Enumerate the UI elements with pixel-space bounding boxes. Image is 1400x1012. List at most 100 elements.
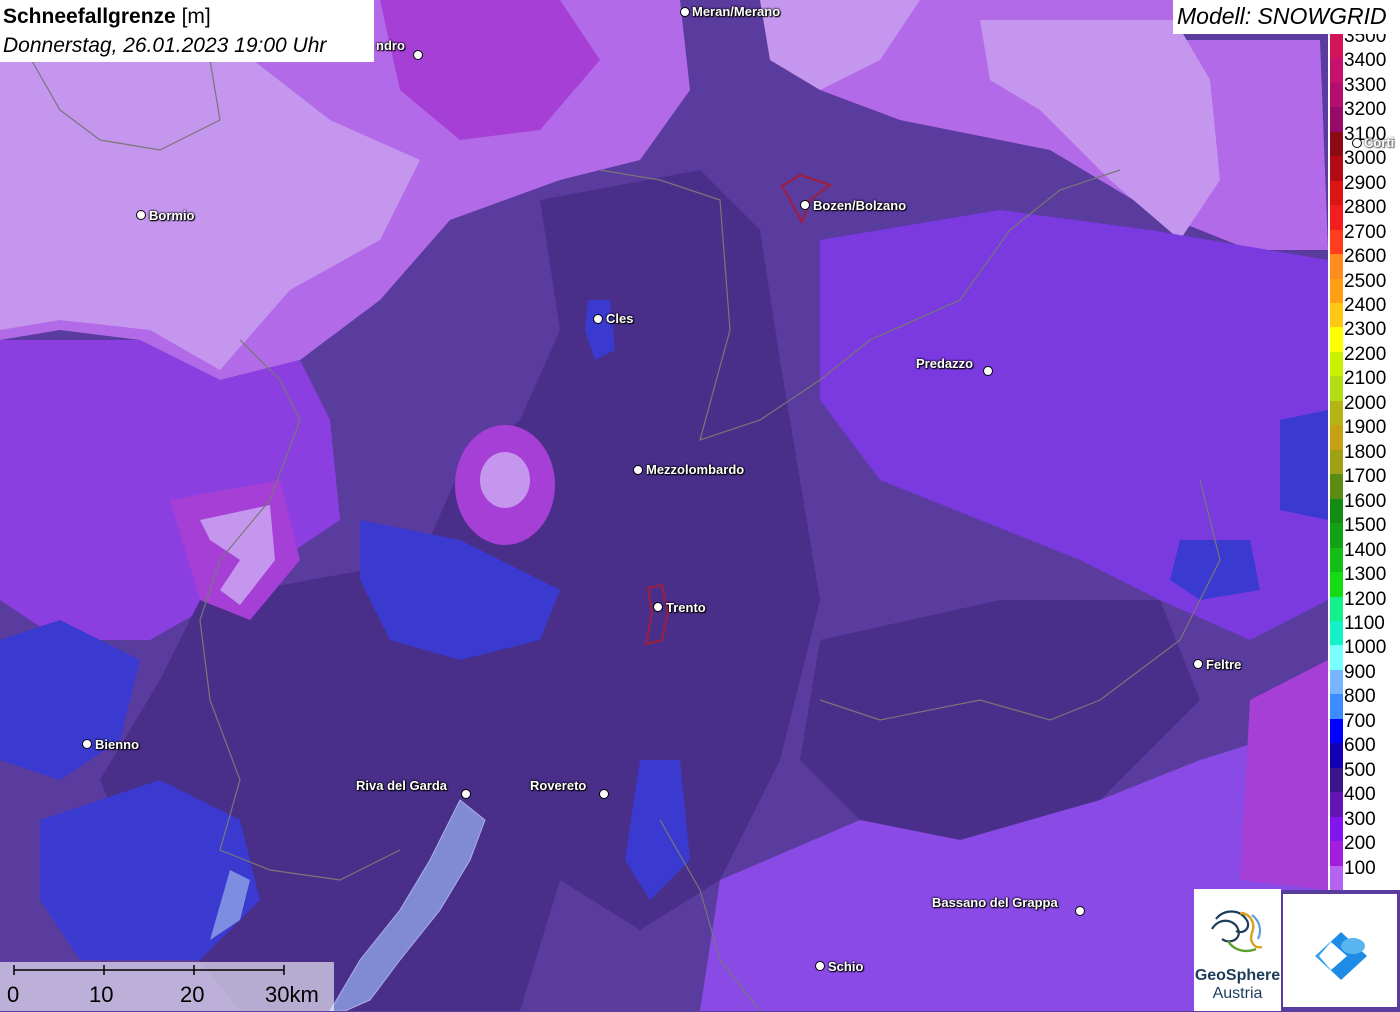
- scale-label-20: 20: [180, 982, 205, 1007]
- city-label-bassano[interactable]: Bassano del Grappa: [932, 895, 1058, 910]
- city-dot: [593, 314, 603, 324]
- map-region-pink-ring-center-inner: [480, 452, 530, 508]
- legend-row: 1500: [1328, 513, 1400, 548]
- legend-label: 2000: [1344, 392, 1387, 414]
- scale-bar: 0 10 20 30km: [0, 962, 334, 1011]
- legend-label: 2800: [1344, 197, 1387, 219]
- legend-label: 700: [1344, 710, 1376, 732]
- map-region-blue-ne-edge: [1280, 410, 1328, 520]
- legend-label: 100: [1344, 857, 1376, 879]
- legend-label: 1100: [1344, 612, 1385, 634]
- city-label-bozen[interactable]: Bozen/Bolzano: [813, 198, 906, 213]
- city-dot: [800, 200, 810, 210]
- city-dot: [815, 961, 825, 971]
- legend-label: 1300: [1344, 564, 1387, 586]
- legend-label: 800: [1344, 686, 1376, 708]
- city-label-rovereto[interactable]: Rovereto: [530, 778, 586, 793]
- legend-label: 3000: [1344, 148, 1387, 170]
- legend-row: 3400: [1328, 48, 1400, 83]
- legend-row: 2800: [1328, 195, 1400, 230]
- legend-row: 900: [1328, 660, 1400, 695]
- city-dot: [1352, 138, 1362, 148]
- title-unit: [m]: [181, 5, 211, 28]
- legend-row: 2300: [1328, 317, 1400, 352]
- city-label-predazzo[interactable]: Predazzo: [916, 356, 973, 371]
- city-label-feltre[interactable]: Feltre: [1206, 657, 1241, 672]
- legend-row: 2900: [1328, 171, 1400, 206]
- legend-row: 3200: [1328, 97, 1400, 132]
- geosphere-logo-icon: [1211, 910, 1263, 953]
- legend-label: 500: [1344, 759, 1376, 781]
- city-label-trento[interactable]: Trento: [666, 600, 706, 615]
- city-dot: [680, 7, 690, 17]
- map-datetime: Donnerstag, 26.01.2023 19:00 Uhr: [3, 34, 327, 57]
- legend-swatch: [1330, 865, 1343, 890]
- legend-row: 3500: [1328, 34, 1400, 59]
- legend-row: 1000: [1328, 635, 1400, 670]
- geosphere-text-2: Austria: [1212, 985, 1263, 1002]
- city-label-bormio[interactable]: Bormio: [149, 208, 195, 223]
- legend-label: 2100: [1344, 368, 1387, 390]
- legend-label: 2900: [1344, 172, 1387, 194]
- city-label-riva[interactable]: Riva del Garda: [356, 778, 447, 793]
- city-dot: [461, 789, 471, 799]
- city-label-partial-east[interactable]: Corti: [1364, 135, 1394, 150]
- legend-label: 3300: [1344, 74, 1387, 96]
- legend-row: 400: [1328, 782, 1400, 817]
- city-label-schio[interactable]: Schio: [828, 959, 863, 974]
- legend-row: 3300: [1328, 73, 1400, 108]
- legend-row: 2100: [1328, 366, 1400, 401]
- legend-label: 1500: [1344, 515, 1387, 537]
- legend-label: 3400: [1344, 50, 1387, 72]
- city-label-mezzolombardo[interactable]: Mezzolombardo: [646, 462, 744, 477]
- legend-label: 1600: [1344, 490, 1387, 512]
- legend-label: 900: [1344, 661, 1376, 683]
- legend-row: 2500: [1328, 269, 1400, 304]
- legend-label: 3500: [1344, 34, 1387, 47]
- city-dot: [413, 50, 423, 60]
- legend-row: 300: [1328, 807, 1400, 842]
- title-box: Schneefallgrenze [m] Donnerstag, 26.01.2…: [0, 0, 374, 62]
- legend-row: 1100: [1328, 611, 1400, 646]
- legend-label: 300: [1344, 808, 1376, 830]
- blue-cloud-diamond-icon: [1315, 932, 1367, 980]
- legend-label: 1700: [1344, 466, 1387, 488]
- city-dot: [82, 739, 92, 749]
- legend-row: 1300: [1328, 562, 1400, 597]
- cloud-logo[interactable]: [1283, 894, 1397, 1007]
- legend-row: 2200: [1328, 342, 1400, 377]
- legend-row: 1600: [1328, 489, 1400, 524]
- city-label-bienno[interactable]: Bienno: [95, 737, 139, 752]
- scale-label-0: 0: [7, 982, 20, 1007]
- legend-label: 1400: [1344, 539, 1387, 561]
- legend-row: 1400: [1328, 538, 1400, 573]
- legend-row: 1800: [1328, 440, 1400, 475]
- geosphere-text-1: GeoSphere: [1194, 967, 1281, 984]
- city-label-partial-west[interactable]: ndro: [376, 38, 405, 53]
- legend-row: 600: [1328, 733, 1400, 768]
- legend-label: 200: [1344, 833, 1376, 855]
- map-title: Schneefallgrenze [m]: [3, 2, 374, 32]
- title-name: Schneefallgrenze: [3, 5, 176, 28]
- legend-row: 500: [1328, 758, 1400, 793]
- geosphere-logo[interactable]: GeoSphere Austria: [1194, 889, 1281, 1011]
- city-label-cles[interactable]: Cles: [606, 311, 633, 326]
- snowfall-limit-map[interactable]: [0, 0, 1400, 1011]
- legend-row: 2700: [1328, 220, 1400, 255]
- legend-label: 2300: [1344, 319, 1387, 341]
- legend-row: 1200: [1328, 587, 1400, 621]
- legend-row: 3000: [1328, 146, 1400, 181]
- city-dot: [633, 465, 643, 475]
- city-dot: [1075, 906, 1085, 916]
- legend-label: 400: [1344, 784, 1376, 806]
- legend-row: 700: [1328, 709, 1400, 744]
- legend-label: 1800: [1344, 441, 1387, 463]
- legend-row: 200: [1328, 831, 1400, 866]
- legend-label: 2700: [1344, 221, 1387, 243]
- legend-row: 100: [1328, 856, 1400, 890]
- legend-label: 600: [1344, 735, 1376, 757]
- color-legend: 3500 3400 3300 3200 3100 3000 2900 2800 2700 2600…: [1328, 34, 1400, 890]
- legend-label: 2200: [1344, 343, 1387, 365]
- city-label-meran[interactable]: Meran/Merano: [692, 4, 780, 19]
- legend-label: 2500: [1344, 270, 1387, 292]
